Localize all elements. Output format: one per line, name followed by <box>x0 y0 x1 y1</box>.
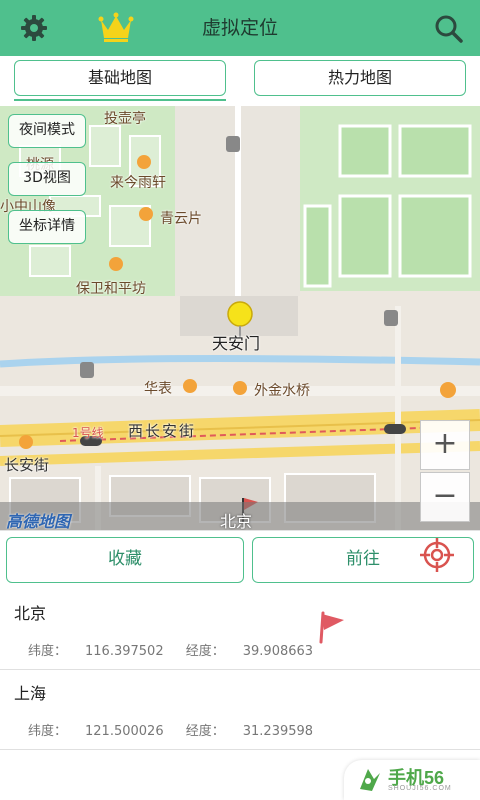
longitude-label: 经度： <box>185 644 225 659</box>
page-title: 虚拟定位 <box>201 17 278 39</box>
metro-line-label: 1号线 <box>72 426 104 440</box>
list-item[interactable]: 上海 纬度： 121.500026 经度： 31.239598 <box>0 670 480 750</box>
app-root: 虚拟定位 基础地图 热力地图 投壶亭 来今雨轩 小中山像 青云片 保卫和平坊 天… <box>0 0 480 800</box>
map-label: 投壶亭 <box>104 111 146 127</box>
list-item[interactable]: 北京 纬度： 116.397502 经度： 39.908663 <box>0 590 480 670</box>
app-header: 虚拟定位 <box>0 0 480 56</box>
zoom-out-button[interactable]: − <box>420 472 470 522</box>
map-type-tabs: 基础地图 热力地图 <box>0 56 480 106</box>
watermark-logo-icon <box>360 769 380 791</box>
location-coords: 纬度： 116.397502 经度： 39.908663 <box>28 640 331 659</box>
street-label: 西长安街 <box>128 422 197 440</box>
map-label: 青云片 <box>160 211 202 227</box>
favorite-button[interactable]: 收藏 <box>6 537 244 583</box>
latitude-value: 121.500026 <box>85 724 164 739</box>
map-provider-logo: 高德地图 <box>6 512 71 530</box>
latitude-value: 116.397502 <box>85 644 164 659</box>
watermark: 手机56 SHOUJI56.COM <box>344 760 480 800</box>
3d-view-button[interactable]: 3D视图 <box>8 162 86 196</box>
longitude-value: 39.908663 <box>242 644 314 659</box>
crosshair-icon[interactable] <box>420 538 454 572</box>
watermark-subtext: SHOUJI56.COM <box>388 785 452 792</box>
latitude-label: 纬度： <box>28 724 68 739</box>
active-tab-indicator <box>14 99 226 101</box>
location-coords: 纬度： 121.500026 经度： 31.239598 <box>28 720 331 739</box>
night-mode-button[interactable]: 夜间模式 <box>8 114 86 148</box>
tab-basic-map[interactable]: 基础地图 <box>14 60 226 96</box>
action-bar: 收藏 前往 <box>0 530 480 590</box>
map-label: 华表 <box>144 381 172 397</box>
location-name: 上海 <box>14 684 47 703</box>
location-name: 北京 <box>14 604 47 623</box>
search-icon[interactable] <box>434 14 464 44</box>
marker-label: 天安门 <box>212 334 261 353</box>
map-label: 来今雨轩 <box>110 175 166 191</box>
flag-icon <box>319 611 344 644</box>
longitude-value: 31.239598 <box>242 724 314 739</box>
latitude-label: 纬度： <box>28 644 68 659</box>
map-view[interactable]: 投壶亭 桃源 来今雨轩 小中山像 青云片 保卫和平坊 天安门 华表 外金水桥 1… <box>0 106 480 530</box>
zoom-in-button[interactable]: + <box>420 420 470 470</box>
street-label: 长安街 <box>4 456 50 474</box>
longitude-label: 经度： <box>185 724 225 739</box>
map-city-label: 北京 <box>220 512 253 530</box>
tab-heat-map[interactable]: 热力地图 <box>254 60 466 96</box>
map-label: 保卫和平坊 <box>76 281 146 297</box>
map-label: 外金水桥 <box>254 383 310 399</box>
coordinate-details-button[interactable]: 坐标详情 <box>8 210 86 244</box>
